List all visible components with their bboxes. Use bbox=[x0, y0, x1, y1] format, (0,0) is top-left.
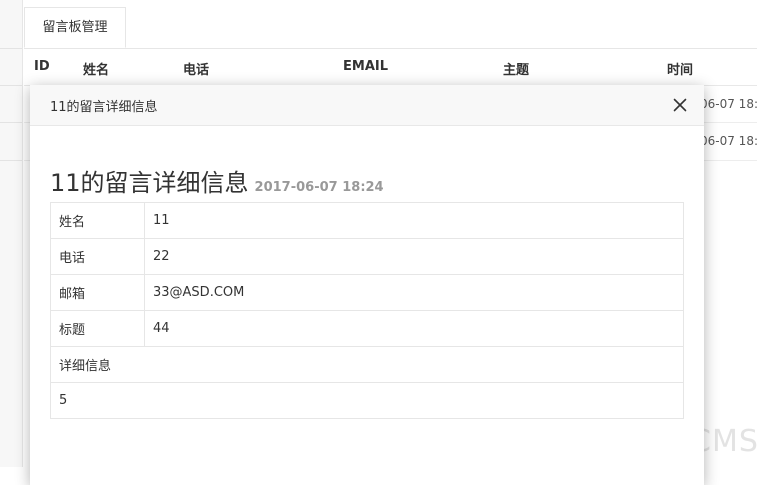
detail-title: 11的留言详细信息 bbox=[50, 169, 249, 197]
table-row: 邮箱 33@ASD.COM bbox=[50, 274, 684, 311]
column-header-email[interactable]: EMAIL bbox=[343, 59, 388, 74]
field-value-name: 11 bbox=[144, 202, 684, 239]
column-header-phone[interactable]: 电话 bbox=[183, 59, 209, 78]
table-row: 详细信息 bbox=[50, 346, 684, 383]
tab-message-board-management[interactable]: 留言板管理 bbox=[24, 7, 126, 48]
table-cell-time: 06-07 18:2 bbox=[700, 134, 757, 148]
field-label-subject: 标题 bbox=[50, 310, 145, 347]
table-row: 5 bbox=[50, 382, 684, 419]
field-label-email: 邮箱 bbox=[50, 274, 145, 311]
field-value-subject: 44 bbox=[144, 310, 684, 347]
field-value-phone: 22 bbox=[144, 238, 684, 275]
column-header-subject[interactable]: 主题 bbox=[503, 59, 529, 78]
left-sidebar-strip bbox=[0, 0, 23, 467]
detail-table: 姓名 11 电话 22 邮箱 33@ASD.COM 标题 44 详细信息 5 bbox=[50, 202, 684, 419]
detail-info-label: 详细信息 bbox=[50, 346, 684, 383]
column-header-name[interactable]: 姓名 bbox=[83, 59, 109, 78]
field-value-email: 33@ASD.COM bbox=[144, 274, 684, 311]
table-cell-time: 06-07 18:2 bbox=[700, 97, 757, 111]
close-icon[interactable] bbox=[670, 95, 690, 115]
detail-timestamp: 2017-06-07 18:24 bbox=[254, 180, 384, 195]
table-row: 电话 22 bbox=[50, 238, 684, 275]
column-header-id[interactable]: ID bbox=[34, 59, 50, 74]
modal-header: 11的留言详细信息 bbox=[30, 85, 704, 126]
table-row: 标题 44 bbox=[50, 310, 684, 347]
table-row: 姓名 11 bbox=[50, 202, 684, 239]
tab-bar: 留言板管理 bbox=[24, 7, 757, 49]
message-detail-modal: 11的留言详细信息 11的留言详细信息 2017-06-07 18:24 姓名 1… bbox=[30, 85, 704, 485]
table-header: ID 姓名 电话 EMAIL 主题 时间 bbox=[24, 49, 757, 86]
detail-info-value: 5 bbox=[50, 382, 684, 419]
field-label-name: 姓名 bbox=[50, 202, 145, 239]
detail-heading: 11的留言详细信息 2017-06-07 18:24 bbox=[50, 163, 384, 198]
field-label-phone: 电话 bbox=[50, 238, 145, 275]
column-header-time[interactable]: 时间 bbox=[667, 59, 693, 78]
modal-title: 11的留言详细信息 bbox=[50, 100, 158, 115]
